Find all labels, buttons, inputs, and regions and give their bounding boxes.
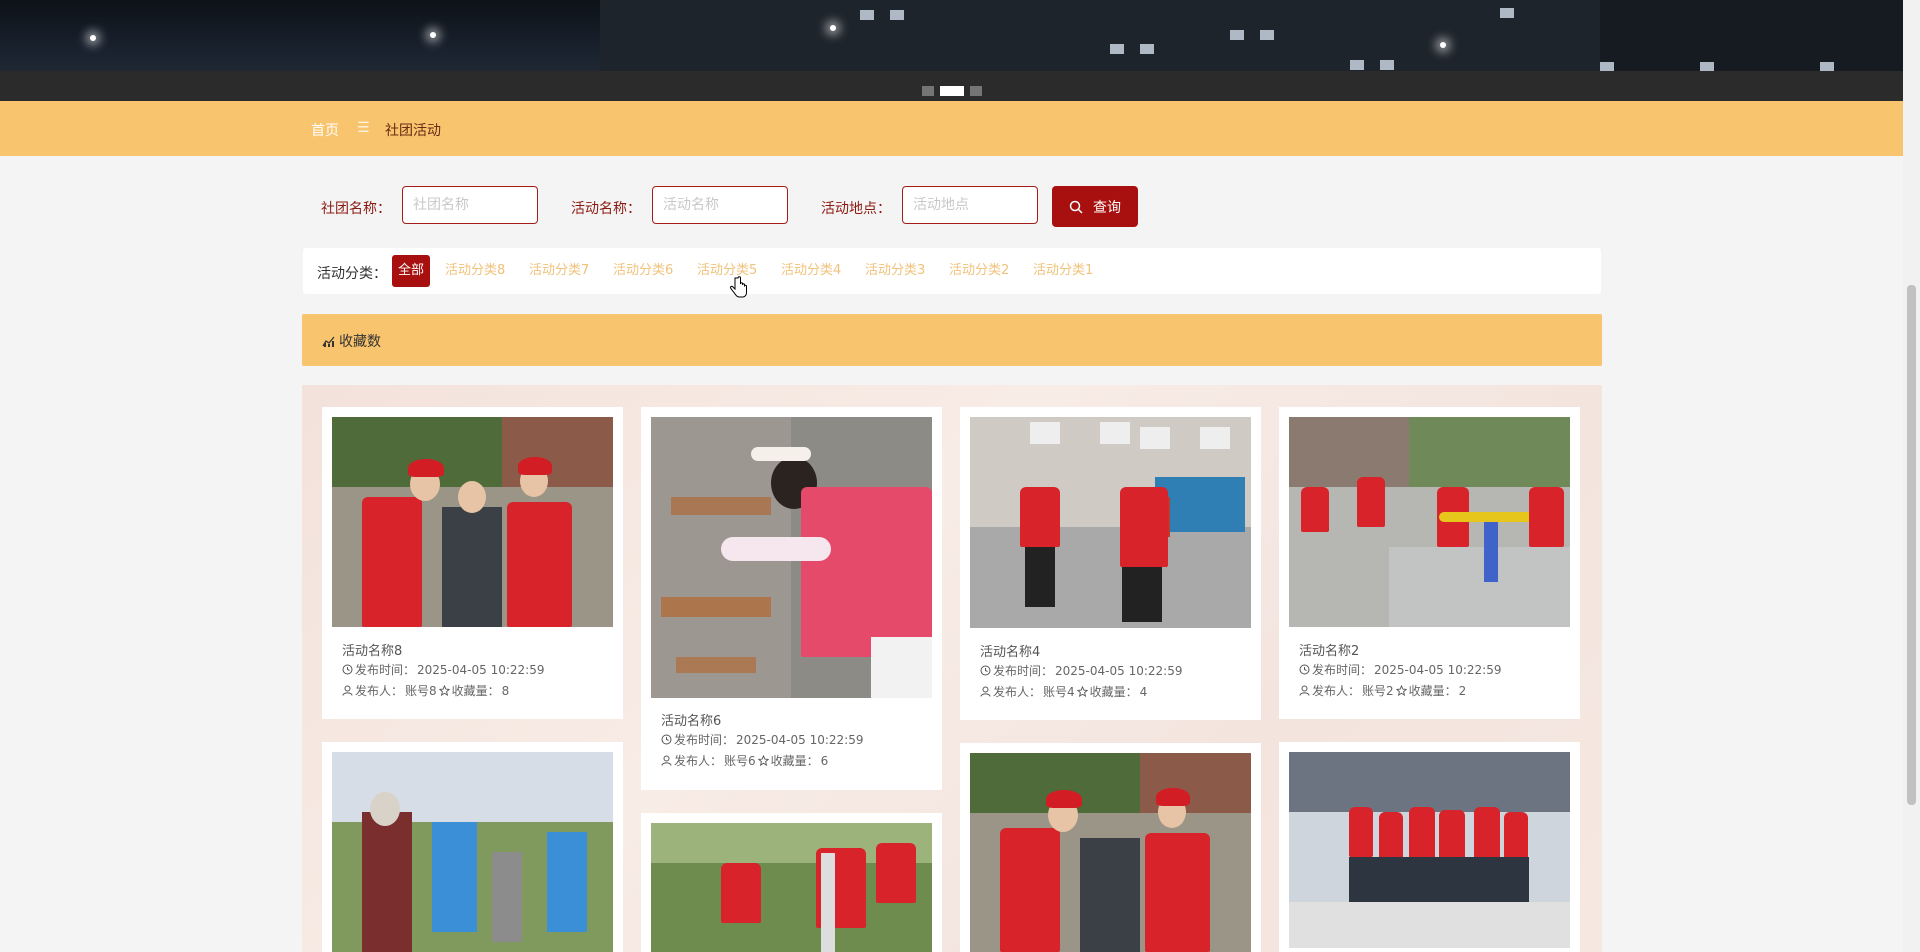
star-icon bbox=[438, 685, 450, 696]
favorites-count: 8 bbox=[501, 683, 510, 698]
search-icon bbox=[1069, 200, 1083, 214]
breadcrumb-current: 社团活动 bbox=[385, 123, 441, 139]
activity-card[interactable]: 活动名称8 发布时间： 2025-04-05 10:22:59 发布人： 账号8 收… bbox=[322, 407, 623, 719]
star-icon bbox=[1076, 686, 1088, 697]
category-filter: 活动分类： 全部 活动分类8 活动分类7 活动分类6 活动分类5 活动分类4 活… bbox=[303, 248, 1601, 294]
publish-time: 2025-04-05 10:22:59 bbox=[1055, 663, 1183, 678]
clock-icon bbox=[980, 665, 991, 676]
activity-card[interactable] bbox=[641, 813, 942, 952]
category-3[interactable]: 活动分类3 bbox=[865, 255, 925, 287]
scrollbar-thumb[interactable] bbox=[1907, 285, 1916, 805]
section-header: 收藏数 bbox=[302, 314, 1602, 366]
publisher-label: 发布人： bbox=[1312, 684, 1361, 698]
publisher: 账号8 bbox=[405, 684, 437, 698]
activity-photo[interactable] bbox=[1289, 417, 1570, 627]
activity-card[interactable]: 活动名称2 发布时间： 2025-04-05 10:22:59 发布人： 账号2 收… bbox=[1279, 407, 1580, 719]
activity-location-input[interactable] bbox=[902, 186, 1038, 224]
user-icon bbox=[1299, 685, 1310, 696]
club-name-label: 社团名称： bbox=[321, 201, 391, 217]
activity-name-input[interactable] bbox=[652, 186, 788, 224]
activity-photo[interactable] bbox=[970, 417, 1251, 628]
activity-name[interactable]: 活动名称4 bbox=[980, 641, 1040, 660]
activity-name-label: 活动名称： bbox=[571, 201, 641, 217]
category-5[interactable]: 活动分类5 bbox=[697, 255, 757, 287]
activity-card[interactable] bbox=[960, 743, 1261, 952]
user-icon bbox=[980, 686, 991, 697]
category-8[interactable]: 活动分类8 bbox=[445, 255, 505, 287]
activity-name[interactable]: 活动名称6 bbox=[661, 710, 721, 729]
hero-banner bbox=[0, 0, 1903, 101]
query-button-label: 查询 bbox=[1093, 199, 1121, 216]
activity-photo[interactable] bbox=[970, 753, 1251, 952]
activity-card[interactable] bbox=[322, 742, 623, 952]
user-icon bbox=[342, 685, 353, 696]
category-2[interactable]: 活动分类2 bbox=[949, 255, 1009, 287]
category-title: 活动分类： bbox=[317, 266, 387, 282]
publisher: 账号2 bbox=[1362, 684, 1394, 698]
page-scrollbar[interactable] bbox=[1903, 0, 1920, 952]
breadcrumb-home[interactable]: 首页 bbox=[311, 120, 339, 140]
hand-cursor-icon bbox=[729, 276, 747, 298]
category-1[interactable]: 活动分类1 bbox=[1033, 255, 1093, 287]
star-icon bbox=[757, 755, 769, 766]
activity-photo[interactable] bbox=[1289, 752, 1570, 948]
clock-icon bbox=[661, 734, 672, 745]
publish-time-label: 发布时间： bbox=[1312, 663, 1373, 677]
clock-icon bbox=[1299, 664, 1310, 675]
activity-name[interactable]: 活动名称2 bbox=[1299, 640, 1359, 659]
activity-card[interactable] bbox=[1279, 742, 1580, 952]
publisher: 账号6 bbox=[724, 754, 756, 768]
star-icon bbox=[1395, 685, 1407, 696]
activity-photo[interactable] bbox=[651, 417, 932, 698]
publish-time: 2025-04-05 10:22:59 bbox=[1374, 662, 1502, 677]
query-button[interactable]: 查询 bbox=[1052, 186, 1138, 227]
favorites-count: 4 bbox=[1139, 684, 1148, 699]
activity-photo[interactable] bbox=[332, 417, 613, 627]
favorites-label: 收藏量： bbox=[1089, 685, 1138, 699]
chart-icon bbox=[322, 336, 335, 347]
favorites-label: 收藏量： bbox=[770, 754, 819, 768]
club-name-input[interactable] bbox=[402, 186, 538, 224]
activity-photo[interactable] bbox=[651, 823, 932, 952]
publish-time-label: 发布时间： bbox=[993, 664, 1054, 678]
activity-photo[interactable] bbox=[332, 752, 613, 952]
clock-icon bbox=[342, 664, 353, 675]
category-all[interactable]: 全部 bbox=[392, 255, 431, 287]
section-title: 收藏数 bbox=[339, 334, 381, 350]
publish-time: 2025-04-05 10:22:59 bbox=[417, 662, 545, 677]
publish-time: 2025-04-05 10:22:59 bbox=[736, 732, 864, 747]
activity-location-label: 活动地点： bbox=[821, 201, 891, 217]
search-bar: 社团名称： 活动名称： 活动地点： 查询 bbox=[0, 186, 1903, 228]
breadcrumb-separator: ☰ bbox=[357, 120, 370, 136]
category-6[interactable]: 活动分类6 bbox=[613, 255, 673, 287]
user-icon bbox=[661, 755, 672, 766]
publish-time-label: 发布时间： bbox=[355, 663, 416, 677]
activity-card[interactable]: 活动名称4 发布时间： 2025-04-05 10:22:59 发布人： 账号4 收… bbox=[960, 407, 1261, 720]
activity-card[interactable]: 活动名称6 发布时间： 2025-04-05 10:22:59 发布人： 账号6 收… bbox=[641, 407, 942, 790]
favorites-label: 收藏量： bbox=[1408, 684, 1457, 698]
favorites-count: 6 bbox=[820, 753, 829, 768]
publisher-label: 发布人： bbox=[993, 685, 1042, 699]
publisher-label: 发布人： bbox=[355, 684, 404, 698]
breadcrumb: 首页 ☰ 社团活动 bbox=[0, 101, 1903, 156]
publisher-label: 发布人： bbox=[674, 754, 723, 768]
carousel-dots[interactable] bbox=[922, 86, 982, 96]
favorites-label: 收藏量： bbox=[451, 684, 500, 698]
publisher: 账号4 bbox=[1043, 685, 1075, 699]
category-4[interactable]: 活动分类4 bbox=[781, 255, 841, 287]
publish-time-label: 发布时间： bbox=[674, 733, 735, 747]
activity-name[interactable]: 活动名称8 bbox=[342, 640, 402, 659]
category-7[interactable]: 活动分类7 bbox=[529, 255, 589, 287]
favorites-count: 2 bbox=[1458, 683, 1467, 698]
